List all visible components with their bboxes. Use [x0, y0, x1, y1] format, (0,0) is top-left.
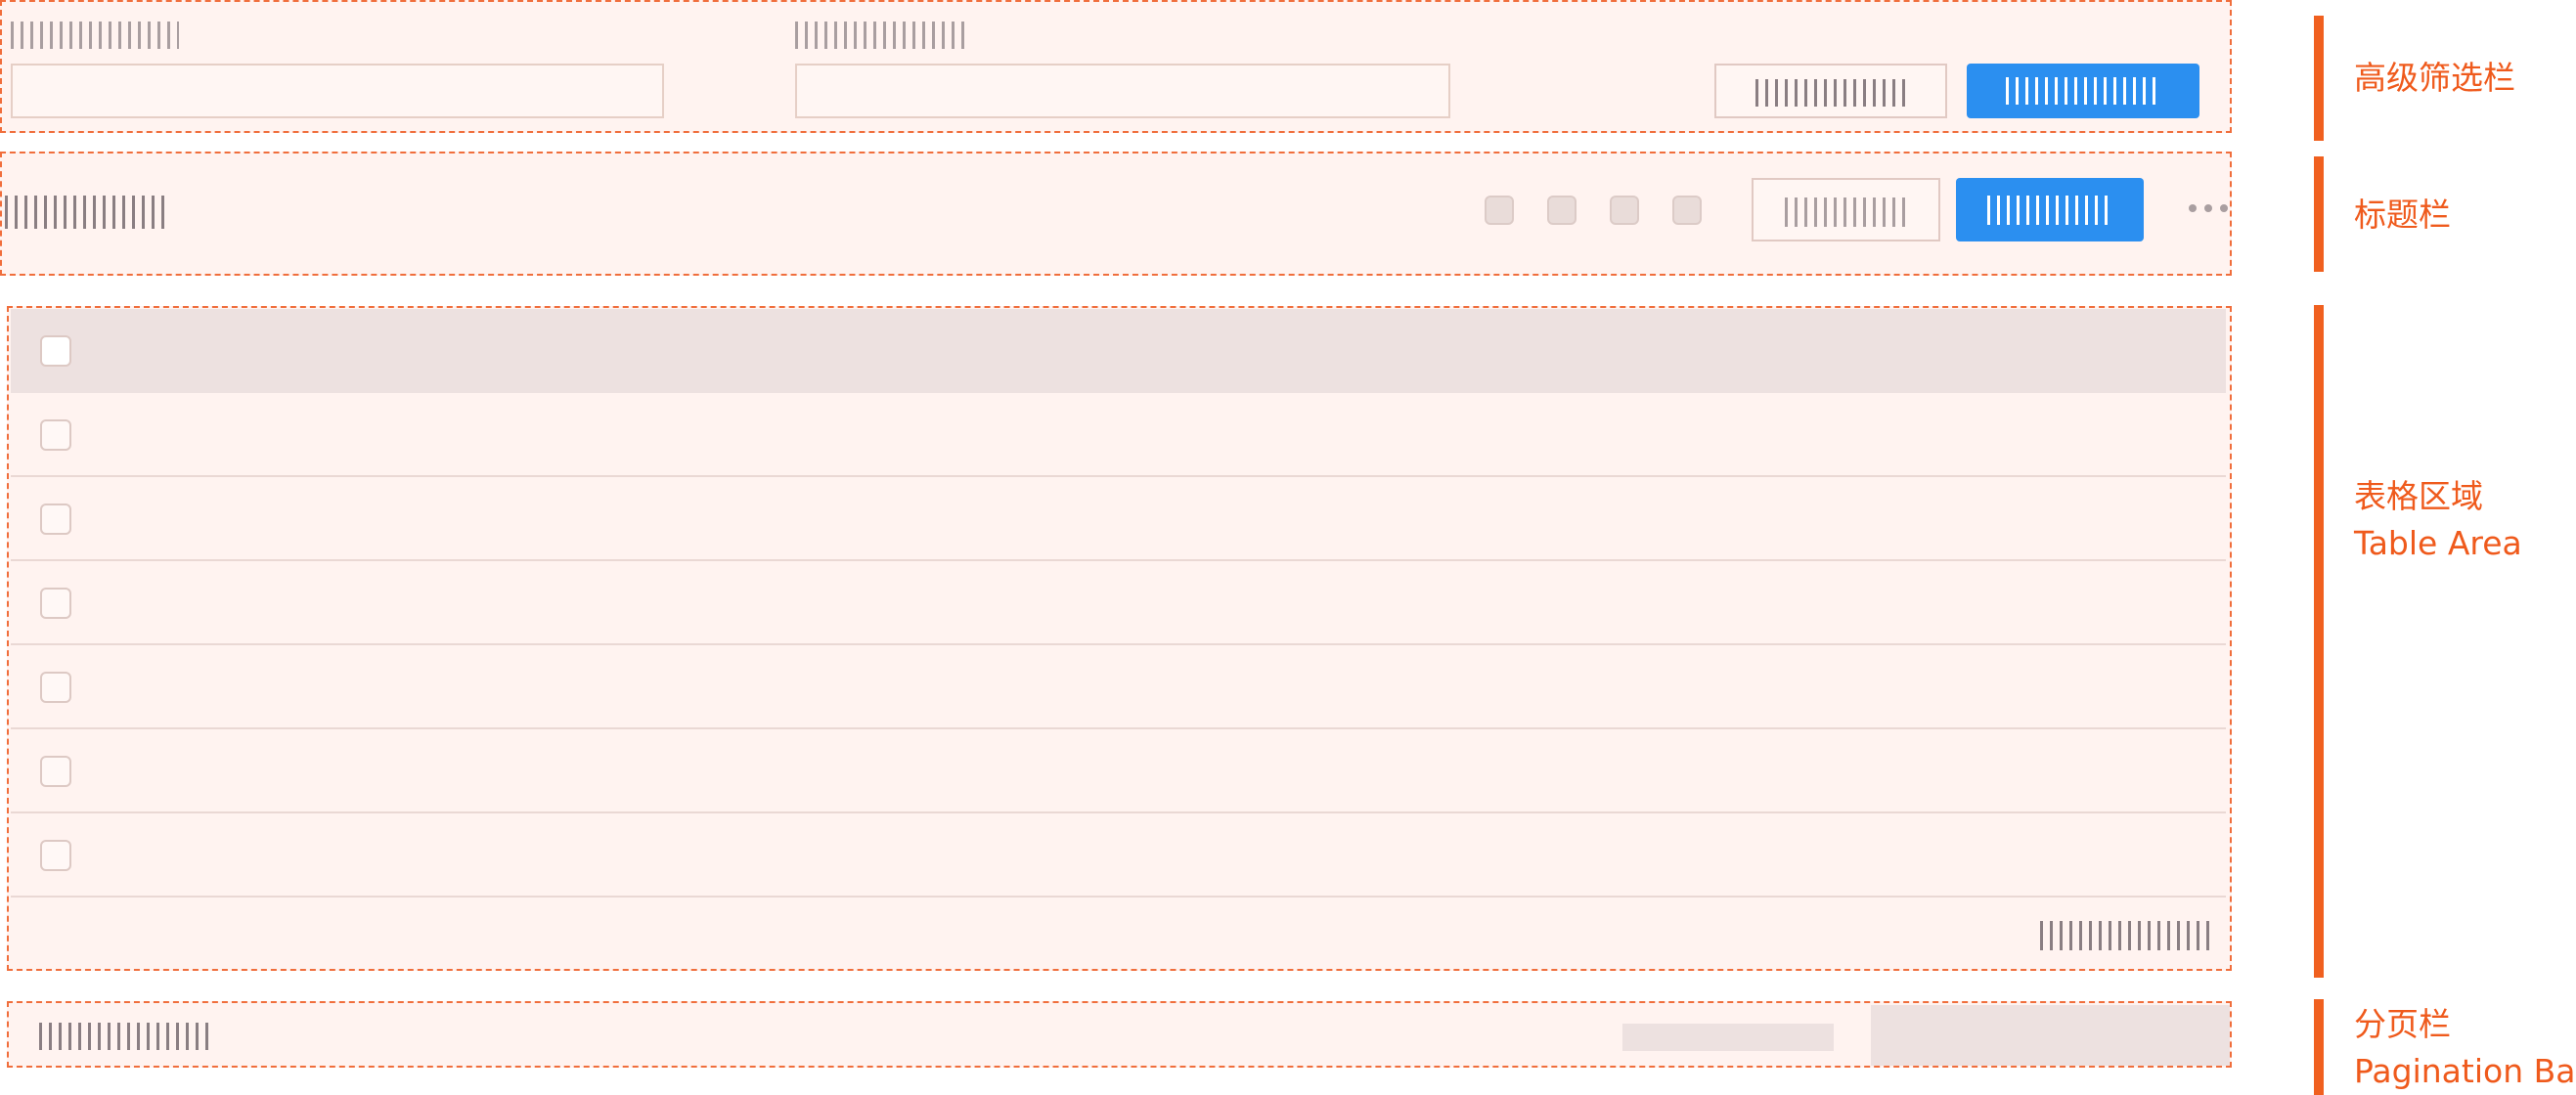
annotation-bar-table [2314, 305, 2324, 978]
secondary-button-label-placeholder [1785, 197, 1910, 227]
table-row[interactable] [11, 729, 2226, 813]
table-row[interactable] [11, 645, 2226, 729]
toolbar-icon-2[interactable] [1547, 196, 1577, 225]
more-horizontal-icon[interactable] [2189, 204, 2232, 214]
row-checkbox[interactable] [40, 419, 71, 451]
page-title-placeholder [5, 196, 169, 229]
annotation-bar-pagination [2314, 999, 2324, 1095]
filter-label-2-placeholder [795, 22, 969, 49]
pagination-bar-region [7, 1001, 2232, 1068]
toolbar-icon-1[interactable] [1485, 196, 1514, 225]
filter-label-1-placeholder [11, 22, 179, 49]
table-footer-summary-placeholder [2040, 921, 2212, 950]
primary-button-label-placeholder [1987, 196, 2114, 225]
filter-search-button[interactable] [1967, 64, 2199, 118]
page-size-selector[interactable] [1622, 1024, 1834, 1051]
pagination-total-placeholder [39, 1023, 211, 1050]
search-button-label-placeholder [2006, 77, 2158, 105]
title-primary-button[interactable] [1956, 178, 2144, 241]
annotation-label-pagination: 分页栏 Pagination Bar [2354, 1005, 2576, 1090]
annotation-label-filter: 高级筛选栏 [2354, 59, 2515, 97]
row-checkbox[interactable] [40, 504, 71, 535]
row-checkbox[interactable] [40, 588, 71, 619]
advanced-filter-region [0, 0, 2232, 133]
annotation-label-table: 表格区域 Table Area [2354, 477, 2522, 562]
toolbar-icon-4[interactable] [1672, 196, 1702, 225]
filter-reset-button[interactable] [1714, 64, 1947, 118]
table-header-row [11, 309, 2226, 393]
title-bar-region [0, 152, 2232, 276]
title-secondary-button[interactable] [1752, 178, 1940, 241]
annotation-label-title: 标题栏 [2354, 196, 2451, 234]
table-row[interactable] [11, 477, 2226, 561]
reset-button-label-placeholder [1755, 79, 1908, 107]
table-row[interactable] [11, 561, 2226, 645]
annotation-bar-filter [2314, 16, 2324, 141]
row-checkbox[interactable] [40, 672, 71, 703]
page-navigator[interactable] [1871, 1005, 2230, 1066]
filter-input-1[interactable] [11, 64, 664, 118]
annotation-bar-title [2314, 156, 2324, 272]
row-checkbox[interactable] [40, 756, 71, 787]
row-checkbox[interactable] [40, 840, 71, 871]
select-all-checkbox[interactable] [40, 335, 71, 367]
table-row[interactable] [11, 813, 2226, 898]
toolbar-icon-3[interactable] [1610, 196, 1639, 225]
filter-input-2[interactable] [795, 64, 1450, 118]
table-row[interactable] [11, 393, 2226, 477]
